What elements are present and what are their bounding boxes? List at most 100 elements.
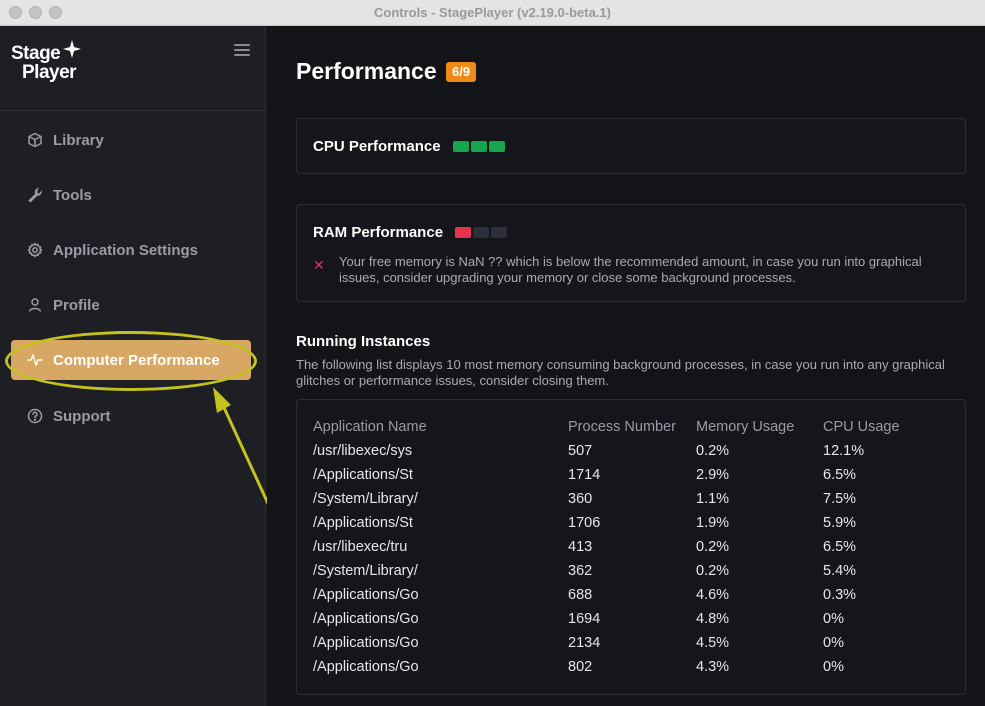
cpu-meter-segment <box>489 141 505 152</box>
table-cell: 0.2% <box>696 443 730 459</box>
table-cell: 7.5% <box>823 491 857 507</box>
sidebar: Stage Player Library Tools Application S… <box>0 26 266 706</box>
table-cell: 413 <box>568 539 593 555</box>
table-cell: 360 <box>568 491 593 507</box>
wrench-icon <box>26 187 43 204</box>
table-cell: 1.9% <box>696 515 730 531</box>
table-row[interactable]: /System/Library/362 0.2% 5.4% <box>313 563 953 587</box>
table-cell: 4.5% <box>696 635 730 651</box>
gear-icon <box>26 242 43 259</box>
sidebar-item-library[interactable]: Library <box>11 120 251 160</box>
table-column-header: Process Number <box>568 419 676 435</box>
sidebar-item-label: Application Settings <box>53 241 199 259</box>
cpu-performance-meter <box>453 141 505 152</box>
running-instances-table: Application Name Process Number Memory Usa… <box>296 399 966 695</box>
table-cell: 0% <box>823 659 844 675</box>
sidebar-item-profile[interactable]: Profile <box>11 285 251 325</box>
page-title: Performance <box>296 58 437 84</box>
running-instances-title: Running Instances <box>296 333 431 350</box>
table-row[interactable]: /Applications/St 1706 1.9% 5.9% <box>313 515 953 539</box>
table-cell: 0% <box>823 635 844 651</box>
menu-toggle-icon[interactable] <box>234 44 250 56</box>
sidebar-item-label: Support <box>53 407 111 425</box>
main-content: Performance 6/9 CPU Performance RAM Perf… <box>267 26 985 706</box>
window-title: Controls - StagePlayer (v2.19.0-beta.1) <box>374 5 611 20</box>
sidebar-item-tools[interactable]: Tools <box>11 175 251 215</box>
ram-meter-segment <box>473 227 489 238</box>
table-cell: 4.6% <box>696 587 730 603</box>
table-cell: 2134 <box>568 635 601 651</box>
table-cell: 802 <box>568 659 593 675</box>
table-cell: 4.8% <box>696 611 730 627</box>
sidebar-divider <box>0 110 265 111</box>
logo-line-2: Player <box>22 62 77 83</box>
table-cell: 0.3% <box>823 587 857 603</box>
table-cell: 5.9% <box>823 515 857 531</box>
table-cell: 1694 <box>568 611 601 627</box>
sidebar-item-computer-performance[interactable]: Computer Performance <box>11 340 251 380</box>
table-header-row: Application Name Process Number Memory Usa… <box>313 419 953 443</box>
table-cell: /Applications/Go <box>313 659 419 675</box>
table-cell: 1706 <box>568 515 601 531</box>
ram-performance-label: RAM Performance <box>313 224 444 241</box>
table-cell: 2.9% <box>696 467 730 483</box>
cpu-performance-card: CPU Performance <box>296 118 966 174</box>
table-cell: 6.5% <box>823 467 857 483</box>
table-cell: /Applications/Go <box>313 635 419 651</box>
ram-warning-text: Your free memory is NaN ?? which is belo… <box>339 254 922 285</box>
table-cell: /System/Library/ <box>313 491 418 507</box>
cpu-meter-segment <box>453 141 469 152</box>
sidebar-item-label: Computer Performance <box>53 351 220 369</box>
table-cell: 362 <box>568 563 593 579</box>
table-row[interactable]: /System/Library/360 1.1% 7.5% <box>313 491 953 515</box>
sidebar-item-label: Profile <box>53 296 100 314</box>
sidebar-item-label: Library <box>53 131 104 149</box>
table-cell: /System/Library/ <box>313 563 418 579</box>
table-cell: 4.3% <box>696 659 730 675</box>
table-column-header: CPU Usage <box>823 419 900 435</box>
cube-icon <box>26 132 43 149</box>
table-cell: /Applications/St <box>313 467 413 483</box>
table-cell: /Applications/Go <box>313 587 419 603</box>
sidebar-item-label: Tools <box>53 186 92 204</box>
table-row[interactable]: /Applications/Go 1694 4.8% 0% <box>313 611 953 635</box>
table-cell: 1.1% <box>696 491 730 507</box>
title-bar: Controls - StagePlayer (v2.19.0-beta.1) <box>0 0 985 26</box>
table-column-header: Memory Usage <box>696 419 795 435</box>
table-row[interactable]: /Applications/St 1714 2.9% 6.5% <box>313 467 953 491</box>
table-cell: /Applications/St <box>313 515 413 531</box>
cpu-meter-segment <box>471 141 487 152</box>
table-cell: 5.4% <box>823 563 857 579</box>
running-instances-description: The following list displays 10 most memo… <box>296 357 945 388</box>
cpu-performance-label: CPU Performance <box>313 138 441 155</box>
table-cell: /usr/libexec/sys <box>313 443 413 459</box>
table-row[interactable]: /Applications/Go 802 4.3% 0% <box>313 659 953 683</box>
sidebar-item-support[interactable]: Support <box>11 396 251 436</box>
table-row[interactable]: /Applications/Go 2134 4.5% 0% <box>313 635 953 659</box>
ram-meter-segment <box>491 227 507 238</box>
table-cell: /Applications/Go <box>313 611 419 627</box>
ram-meter-segment <box>455 227 471 238</box>
ram-performance-meter <box>455 227 507 238</box>
table-cell: 1714 <box>568 467 601 483</box>
performance-score-badge: 6/9 <box>446 62 477 82</box>
sidebar-item-application-settings[interactable]: Application Settings <box>11 230 251 270</box>
table-cell: 0% <box>823 611 844 627</box>
table-row[interactable]: /Applications/Go 688 4.6% 0.3% <box>313 587 953 611</box>
table-cell: 12.1% <box>823 443 865 459</box>
table-cell: 6.5% <box>823 539 857 555</box>
table-cell: 0.2% <box>696 539 730 555</box>
stageplayer-logo: Stage Player <box>11 40 91 94</box>
user-icon <box>26 297 43 314</box>
table-cell: 0.2% <box>696 563 730 579</box>
help-circle-icon <box>26 408 43 425</box>
table-column-header: Application Name <box>313 419 427 435</box>
error-x-icon: ✕ <box>313 257 325 273</box>
table-cell: 507 <box>568 443 593 459</box>
ram-performance-card: RAM Performance ✕ Your free memory is Na… <box>296 204 966 302</box>
table-cell: 688 <box>568 587 593 603</box>
table-row[interactable]: /usr/libexec/tru 413 0.2% 6.5% <box>313 539 953 563</box>
activity-icon <box>26 352 43 369</box>
table-row[interactable]: /usr/libexec/sys 507 0.2% 12.1% <box>313 443 953 467</box>
sparkle-icon <box>63 40 81 58</box>
